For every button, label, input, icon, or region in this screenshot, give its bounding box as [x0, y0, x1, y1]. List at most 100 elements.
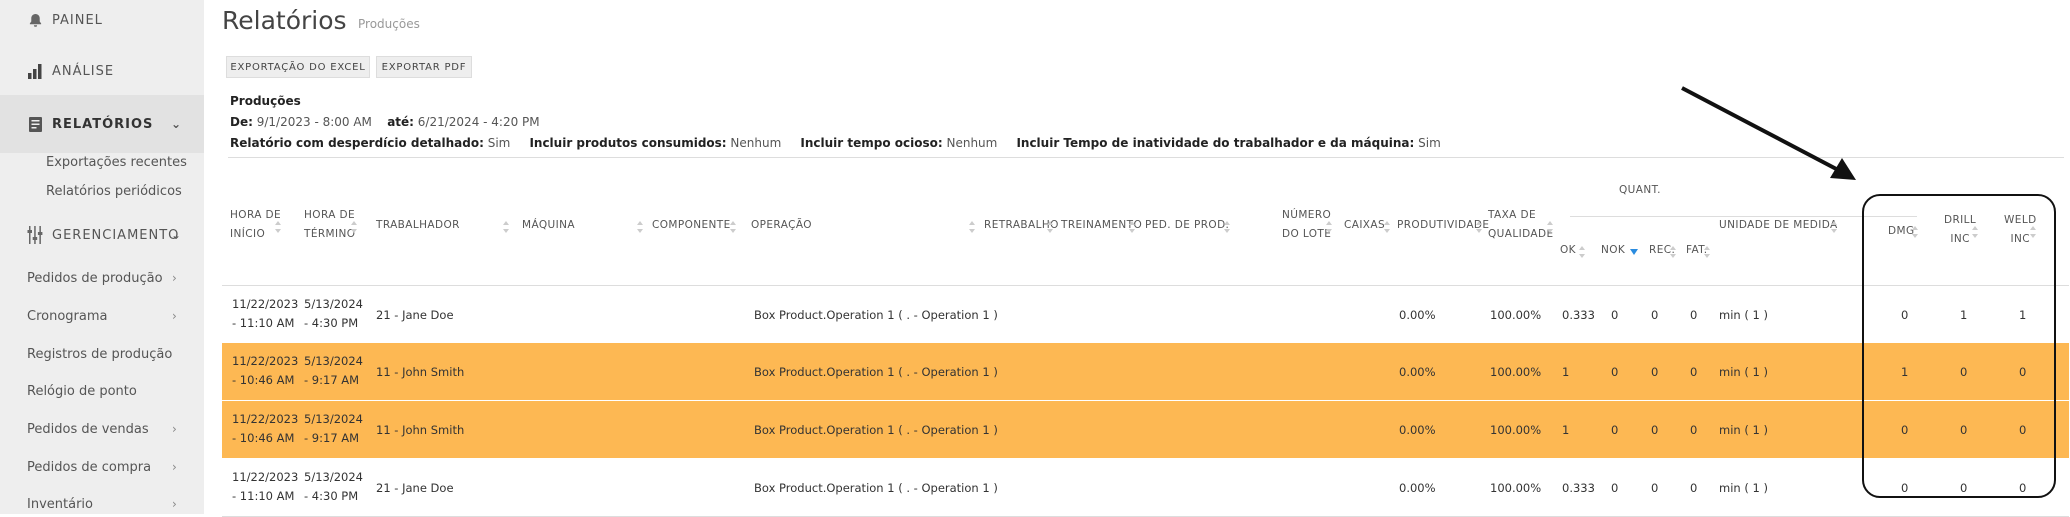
- sort-icon[interactable]: [730, 221, 736, 233]
- col-ped-prod[interactable]: PED. DE PROD.: [1145, 216, 1229, 235]
- report-icon: [26, 115, 44, 133]
- sort-icon[interactable]: [1547, 221, 1553, 233]
- sort-desc-icon[interactable]: [1630, 249, 1638, 255]
- col-lote[interactable]: NÚMERO DO LOTE: [1282, 206, 1331, 244]
- sort-icon[interactable]: [1224, 221, 1230, 233]
- sort-icon[interactable]: [1047, 221, 1053, 233]
- sidebar-manage-item[interactable]: Inventário ›: [27, 497, 177, 512]
- col-componente[interactable]: COMPONENTE: [652, 216, 731, 235]
- sidebar-manage-item[interactable]: Relógio de ponto: [27, 384, 137, 399]
- chevron-down-icon: ⌄: [170, 117, 182, 131]
- sort-icon[interactable]: [503, 221, 509, 233]
- col-ok[interactable]: OK: [1560, 241, 1576, 260]
- report-date-range: De: 9/1/2023 - 8:00 AM até: 6/21/2024 - …: [230, 115, 540, 129]
- highlight-box: [1862, 194, 2056, 498]
- sort-icon[interactable]: [637, 221, 643, 233]
- chevron-right-icon: ›: [172, 460, 177, 474]
- cell-rec: 0: [1651, 480, 1659, 495]
- table-row[interactable]: 11/22/2023- 11:10 AM 5/13/2024- 4:30 PM 21…: [222, 459, 2069, 516]
- sidebar-manage-item[interactable]: Cronograma ›: [27, 309, 177, 324]
- col-group-quant: QUANT.: [1619, 184, 1661, 196]
- sort-icon[interactable]: [1579, 246, 1585, 258]
- col-operacao[interactable]: OPERAÇÃO: [751, 216, 812, 235]
- cell-rec: 0: [1651, 307, 1659, 322]
- export-excel-button[interactable]: EXPORTAÇÃO DO EXCEL: [226, 56, 370, 78]
- cell-worker: 21 - Jane Doe: [376, 480, 454, 495]
- col-termino[interactable]: HORA DE TÉRMINO: [304, 206, 355, 244]
- chevron-right-icon: ›: [172, 422, 177, 436]
- cell-end: 5/13/2024- 9:17 AM: [304, 411, 363, 445]
- cell-end: 5/13/2024- 4:30 PM: [304, 469, 363, 503]
- cell-prod: 0.00%: [1399, 480, 1436, 495]
- cell-worker: 21 - Jane Doe: [376, 307, 454, 322]
- col-nok[interactable]: NOK: [1601, 241, 1625, 260]
- cell-operation: Box Product.Operation 1 ( . - Operation …: [754, 480, 998, 495]
- cell-prod: 0.00%: [1399, 307, 1436, 322]
- chevron-right-icon: ›: [172, 271, 177, 285]
- cell-prod: 0.00%: [1399, 422, 1436, 437]
- sort-icon[interactable]: [1670, 246, 1676, 258]
- sort-icon[interactable]: [1704, 246, 1710, 258]
- sort-icon[interactable]: [275, 221, 281, 233]
- cell-quality: 100.00%: [1490, 422, 1542, 437]
- cell-unit: min ( 1 ): [1719, 307, 1768, 322]
- cell-operation: Box Product.Operation 1 ( . - Operation …: [754, 364, 998, 379]
- cell-fat: 0: [1690, 480, 1698, 495]
- cell-rec: 0: [1651, 422, 1659, 437]
- sidebar-manage-item[interactable]: Pedidos de compra ›: [27, 460, 177, 475]
- sidebar-item-analise[interactable]: ANÁLISE: [0, 42, 204, 100]
- col-caixas[interactable]: CAIXAS: [1344, 216, 1385, 235]
- sort-icon[interactable]: [1476, 221, 1482, 233]
- cell-ok: 0.333: [1562, 480, 1595, 495]
- cell-worker: 11 - John Smith: [376, 422, 465, 437]
- cell-worker: 11 - John Smith: [376, 364, 465, 379]
- cell-nok: 0: [1611, 422, 1619, 437]
- export-pdf-button[interactable]: EXPORTAR PDF: [376, 56, 472, 78]
- cell-end: 5/13/2024- 4:30 PM: [304, 296, 363, 330]
- sidebar-item-label: GERENCIAMENTO: [52, 227, 180, 243]
- table-row[interactable]: 11/22/2023- 11:10 AM 5/13/2024- 4:30 PM 21…: [222, 286, 2069, 343]
- sort-icon[interactable]: [1384, 221, 1390, 233]
- col-inicio[interactable]: HORA DE INÍCIO: [230, 206, 281, 244]
- sort-icon[interactable]: [1831, 221, 1837, 233]
- col-trabalhador[interactable]: TRABALHADOR: [376, 216, 460, 235]
- chevron-right-icon: ›: [172, 497, 177, 511]
- bar-chart-icon: [26, 62, 44, 80]
- cell-nok: 0: [1611, 307, 1619, 322]
- sidebar-item-gerenciamento[interactable]: GERENCIAMENTO ⌄: [0, 206, 204, 264]
- cell-prod: 0.00%: [1399, 364, 1436, 379]
- cell-end: 5/13/2024- 9:17 AM: [304, 353, 363, 387]
- sidebar-subitem-exportacoes[interactable]: Exportações recentes: [46, 155, 187, 170]
- cell-unit: min ( 1 ): [1719, 422, 1768, 437]
- sidebar-subitem-periodicos[interactable]: Relatórios periódicos: [46, 184, 182, 199]
- sidebar-manage-item[interactable]: Pedidos de vendas ›: [27, 422, 177, 437]
- table-row[interactable]: 11/22/2023- 10:46 AM 5/13/2024- 9:17 AM 11…: [222, 343, 2069, 400]
- sidebar-manage-item[interactable]: Registros de produção: [27, 347, 172, 362]
- chevron-down-icon: ⌄: [170, 228, 182, 242]
- sidebar-item-label: RELATÓRIOS: [52, 116, 154, 132]
- sidebar-item-label: PAINEL: [52, 12, 103, 28]
- cell-ok: 1: [1562, 364, 1570, 379]
- sidebar-manage-item[interactable]: Pedidos de produção ›: [27, 271, 177, 286]
- cell-ok: 1: [1562, 422, 1570, 437]
- chevron-right-icon: ›: [172, 309, 177, 323]
- sidebar-item-relatorios[interactable]: RELATÓRIOS ⌄: [0, 95, 204, 153]
- arrow-annotation: [1681, 86, 1856, 180]
- sort-icon[interactable]: [969, 221, 975, 233]
- cell-ok: 0.333: [1562, 307, 1595, 322]
- report-heading: Produções: [230, 94, 301, 108]
- cell-fat: 0: [1690, 364, 1698, 379]
- col-maquina[interactable]: MÁQUINA: [522, 216, 575, 235]
- sliders-icon: [26, 226, 44, 244]
- cell-quality: 100.00%: [1490, 480, 1542, 495]
- sort-icon[interactable]: [1326, 221, 1332, 233]
- col-unidade[interactable]: UNIDADE DE MEDIDA: [1719, 216, 1838, 235]
- cell-operation: Box Product.Operation 1 ( . - Operation …: [754, 307, 998, 322]
- cell-start: 11/22/2023- 10:46 AM: [232, 411, 299, 445]
- table-row[interactable]: 11/22/2023- 10:46 AM 5/13/2024- 9:17 AM 11…: [222, 401, 2069, 458]
- col-qualidade[interactable]: TAXA DE QUALIDADE: [1488, 206, 1553, 244]
- cell-start: 11/22/2023- 10:46 AM: [232, 353, 299, 387]
- bell-icon: [26, 11, 44, 29]
- sort-icon[interactable]: [1129, 221, 1135, 233]
- sort-icon[interactable]: [351, 221, 357, 233]
